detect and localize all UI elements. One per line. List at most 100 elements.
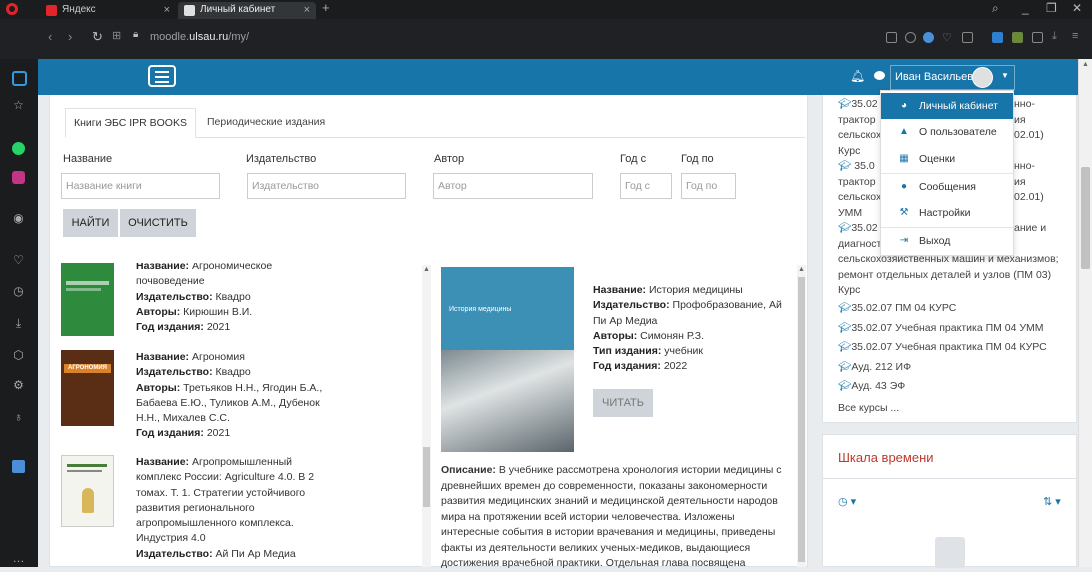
close-window-icon[interactable]: ✕ (1072, 1, 1082, 15)
book-list-scrollbar[interactable]: ▲ (422, 265, 431, 567)
home-icon[interactable] (12, 71, 27, 86)
messages-icon[interactable] (874, 71, 885, 80)
course-item[interactable]: 🎓︎Ауд. 43 ЭФ (838, 379, 1073, 399)
course-fragment: 02.01) (1014, 129, 1044, 141)
author-input[interactable]: Автор (433, 173, 593, 199)
heart-icon[interactable]: ♡ (942, 31, 953, 44)
download-icon[interactable]: ⤓ (1052, 30, 1063, 42)
scroll-up-icon[interactable]: ▲ (1082, 61, 1089, 68)
tab-dashboard[interactable]: Личный кабинет × (178, 2, 316, 19)
close-tab-icon[interactable]: × (304, 2, 310, 18)
all-courses-link[interactable]: Все курсы ... (838, 401, 1073, 417)
opera-logo-icon[interactable] (6, 3, 18, 15)
speed-dial-icon[interactable]: ⊞ (112, 29, 121, 42)
clear-button[interactable]: ОЧИСТИТЬ (120, 209, 196, 237)
book-title[interactable]: Агрономия (192, 351, 245, 363)
vpn-icon[interactable] (923, 32, 934, 43)
menu-item-grades[interactable]: ▦ Оценки (881, 146, 1013, 172)
book-cover-image[interactable]: АГРОНОМИЯ (61, 350, 114, 426)
menu-item-logout[interactable]: ⇥ Выход (881, 228, 1013, 254)
book-authors-row: Авторы: Третьяков Н.Н., Ягодин Б.А., Баб… (136, 381, 336, 427)
bulb-icon[interactable]: ♁ (12, 411, 25, 424)
tab-periodicals[interactable]: Периодические издания (207, 108, 325, 138)
wallet-icon[interactable] (962, 32, 973, 43)
course-item[interactable]: 🎓︎Ауд. 212 ИФ (838, 360, 1073, 380)
camera-icon[interactable] (905, 32, 916, 43)
close-tab-icon[interactable]: × (164, 2, 170, 18)
notifications-bell-icon[interactable]: 🔔︎ (850, 69, 865, 83)
book-list: Название: Агрономическое почвоведение Из… (61, 263, 431, 567)
course-link[interactable]: 35.02.07 Учебная практика ПМ 04 УММ (851, 322, 1043, 334)
course-item[interactable]: 🎓︎35.02.07 Учебная практика ПМ 04 УММ (838, 321, 1073, 341)
year-from-input[interactable]: Год с (620, 173, 672, 199)
scrollbar-thumb[interactable] (798, 277, 805, 562)
player-icon[interactable]: ◉ (12, 212, 25, 225)
detail-authors-row: Авторы: Симонян Р.З. (593, 329, 793, 344)
menu-icon[interactable]: ≡ (1072, 30, 1083, 42)
page-scrollbar[interactable]: ▲ (1078, 59, 1092, 567)
forward-icon[interactable]: › (68, 29, 72, 44)
minimize-icon[interactable]: _ (1022, 1, 1029, 15)
star-icon[interactable]: ☆ (12, 99, 25, 112)
restore-icon[interactable]: ❐ (1046, 1, 1057, 15)
back-icon[interactable]: ‹ (48, 29, 52, 44)
user-menu-toggle[interactable]: Иван Васильев ▼ (890, 65, 1015, 90)
url-text[interactable]: moodle.ulsau.ru/my/ (150, 31, 249, 43)
book-title-row: Название: Агрономическое почвоведение (136, 263, 316, 290)
menu-item-dashboard[interactable]: ◕ Личный кабинет (881, 93, 1013, 119)
ext-blue-icon[interactable] (992, 32, 1003, 43)
menu-item-profile[interactable]: ▲ О пользователе (881, 119, 1013, 145)
sort-icon[interactable]: ⇅ ▾ (1043, 495, 1061, 508)
hamburger-menu-button[interactable] (148, 65, 176, 87)
more-icon[interactable]: … (12, 552, 25, 565)
course-link[interactable]: Ауд. 212 ИФ (851, 361, 911, 373)
menu-item-settings[interactable]: ⚒ Настройки (881, 200, 1013, 226)
course-link[interactable]: Ауд. 43 ЭФ (851, 380, 905, 392)
cube-icon[interactable]: ⬡ (12, 349, 25, 362)
search-icon[interactable]: ⌕ (992, 1, 999, 16)
book-cover-image[interactable] (61, 455, 114, 527)
publisher-key: Издательство: (593, 299, 670, 312)
tab-yandex[interactable]: Яндекс × (40, 2, 176, 19)
settings-icon[interactable]: ⚙ (12, 379, 25, 392)
instagram-icon[interactable] (12, 171, 25, 184)
heart-icon[interactable]: ♡ (12, 254, 25, 267)
ext-book-icon[interactable] (1012, 32, 1023, 43)
cube-icon[interactable] (1032, 32, 1043, 43)
publisher-input[interactable]: Издательство (247, 173, 406, 199)
app-icon[interactable] (12, 460, 25, 473)
course-link[interactable]: 35.02.07 ПМ 04 КУРС (851, 302, 956, 314)
book-cover-image[interactable] (61, 263, 114, 336)
year-to-input[interactable]: Год по (681, 173, 736, 199)
title-input[interactable]: Название книги (61, 173, 220, 199)
scroll-up-icon[interactable]: ▲ (423, 266, 430, 273)
scroll-up-icon[interactable]: ▲ (798, 266, 805, 273)
history-icon[interactable]: ◷ (12, 285, 25, 298)
course-item[interactable]: 🎓︎35.02.07 Учебная практика ПМ 04 КУРС (838, 340, 1073, 360)
course-fragment-row (1014, 206, 1076, 222)
book-authors-row: Авторы: Кирюшин В.И. (136, 305, 316, 320)
title-key: Название: (136, 263, 190, 272)
user-dropdown-menu: ◕ Личный кабинет ▲ О пользователе ▦ Оцен… (880, 90, 1014, 256)
new-tab-button[interactable]: + (322, 0, 330, 15)
menu-item-messages[interactable]: ● Сообщения (881, 174, 1013, 200)
detail-cover-image[interactable]: История медицины (441, 267, 574, 452)
detail-info: Название: История медицины Издательство:… (593, 283, 793, 375)
detail-scrollbar[interactable]: ▲ (797, 265, 806, 567)
clock-filter-icon[interactable]: ◷ ▾ (838, 495, 856, 508)
reload-icon[interactable]: ↻ (92, 29, 103, 45)
course-item[interactable]: 🎓︎35.02.07 ПМ 04 КУРС (838, 301, 1073, 321)
find-button[interactable]: НАЙТИ (63, 209, 118, 237)
chevron-down-icon: ▼ (1001, 71, 1009, 80)
read-button[interactable]: ЧИТАТЬ (593, 389, 653, 417)
extension-icon[interactable] (886, 32, 897, 43)
moodle-favicon-icon (184, 5, 195, 16)
graduation-cap-icon: 🎓︎ (838, 160, 852, 172)
scrollbar-thumb[interactable] (423, 447, 430, 507)
course-link[interactable]: 35.02.07 Учебная практика ПМ 04 КУРС (851, 341, 1046, 353)
scrollbar-thumb[interactable] (1081, 167, 1090, 269)
download-icon[interactable]: ⤓ (12, 317, 25, 330)
book-title[interactable]: Агропромышленный комплекс России: Agricu… (136, 456, 314, 544)
tab-ipr-books[interactable]: Книги ЭБС IPR BOOKS (65, 108, 196, 138)
whatsapp-icon[interactable] (12, 142, 25, 155)
